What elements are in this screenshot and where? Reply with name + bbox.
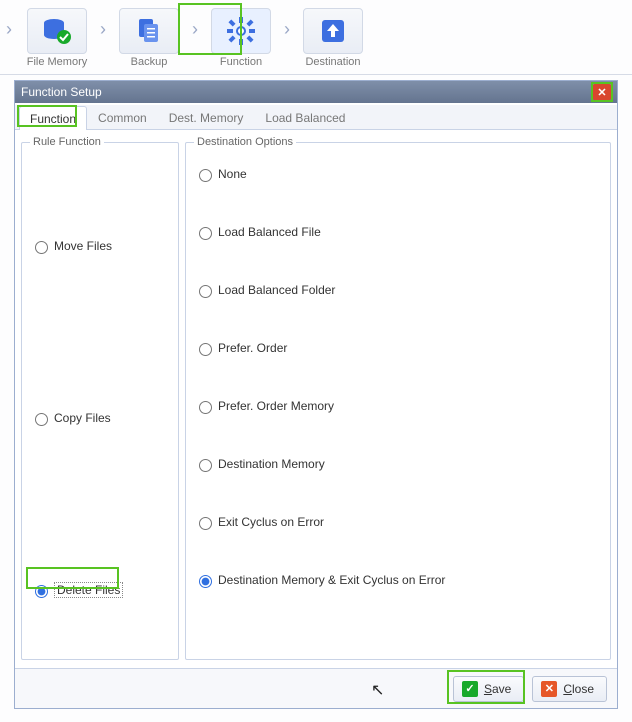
dialog-title: Function Setup: [21, 85, 102, 99]
wizard-step-label: Function: [204, 56, 278, 68]
dialog-tabs: Function Common Dest. Memory Load Balanc…: [15, 105, 617, 130]
radio-label: Load Balanced Folder: [218, 283, 335, 297]
destination-options-legend: Destination Options: [194, 136, 296, 148]
radio-label: Exit Cyclus on Error: [218, 515, 324, 529]
dialog-titlebar[interactable]: Function Setup: [15, 81, 617, 103]
close-button[interactable]: ✕ Close: [532, 676, 607, 702]
radio-dest-none[interactable]: None: [194, 166, 602, 182]
wizard-step-label: File Memory: [20, 56, 94, 68]
radio-delete-files[interactable]: Delete Files: [30, 582, 170, 598]
radio-input[interactable]: [35, 241, 48, 254]
radio-input[interactable]: [199, 401, 212, 414]
radio-input[interactable]: [199, 459, 212, 472]
radio-dest-pref[interactable]: Prefer. Order: [194, 340, 602, 356]
wizard-step-function[interactable]: Function: [204, 8, 278, 68]
radio-label: None: [218, 167, 247, 181]
wizard-step-label: Backup: [112, 56, 186, 68]
chevron-right-icon: ›: [6, 19, 12, 40]
radio-dest-exit[interactable]: Exit Cyclus on Error: [194, 514, 602, 530]
radio-copy-files[interactable]: Copy Files: [30, 410, 170, 426]
rule-function-group: Rule Function Move Files Copy Files Dele…: [21, 136, 179, 660]
tab-common[interactable]: Common: [87, 105, 158, 129]
radio-label: Prefer. Order: [218, 341, 287, 355]
tab-dest-memory[interactable]: Dest. Memory: [158, 105, 255, 129]
radio-label: Move Files: [54, 239, 112, 253]
radio-dest-dmem-exit[interactable]: Destination Memory & Exit Cyclus on Erro…: [194, 572, 602, 588]
save-button-label: Save: [484, 682, 511, 696]
check-icon: ✓: [462, 681, 478, 697]
radio-input[interactable]: [35, 585, 48, 598]
save-button[interactable]: ✓ Save: [453, 676, 524, 702]
wizard-step-label: Destination: [296, 56, 370, 68]
radio-input[interactable]: [199, 575, 212, 588]
dialog-close-button[interactable]: [593, 84, 611, 100]
upload-icon: [319, 17, 347, 45]
radio-dest-dmem[interactable]: Destination Memory: [194, 456, 602, 472]
radio-input[interactable]: [199, 343, 212, 356]
cursor-icon: ↖: [371, 680, 384, 700]
chevron-right-icon: ›: [100, 19, 106, 40]
radio-label: Destination Memory: [218, 457, 325, 471]
radio-label: Load Balanced File: [218, 225, 321, 239]
wizard-step-file-memory[interactable]: File Memory: [20, 8, 94, 68]
radio-label: Prefer. Order Memory: [218, 399, 334, 413]
radio-input[interactable]: [199, 169, 212, 182]
radio-input[interactable]: [199, 285, 212, 298]
chevron-right-icon: ›: [284, 19, 290, 40]
radio-dest-lbd[interactable]: Load Balanced Folder: [194, 282, 602, 298]
close-button-label: Close: [563, 682, 594, 696]
close-icon: ✕: [541, 681, 557, 697]
radio-input[interactable]: [199, 227, 212, 240]
dialog-footer: ✓ Save ✕ Close ↖: [15, 668, 617, 708]
destination-options-group: Destination Options None Load Balanced F…: [185, 136, 611, 660]
wizard-step-backup[interactable]: Backup: [112, 8, 186, 68]
radio-label: Copy Files: [54, 411, 111, 425]
radio-input[interactable]: [35, 413, 48, 426]
radio-input[interactable]: [199, 517, 212, 530]
tab-load-balanced[interactable]: Load Balanced: [254, 105, 356, 129]
highlight-box: [591, 82, 613, 102]
radio-dest-lbf[interactable]: Load Balanced File: [194, 224, 602, 240]
rule-function-legend: Rule Function: [30, 136, 104, 148]
gear-icon: [226, 16, 256, 46]
wizard-bar: › File Memory › Backup › Function › Dest…: [0, 0, 632, 75]
radio-label: Destination Memory & Exit Cyclus on Erro…: [218, 573, 445, 587]
radio-label: Delete Files: [54, 582, 123, 598]
wizard-step-destination[interactable]: Destination: [296, 8, 370, 68]
radio-move-files[interactable]: Move Files: [30, 238, 170, 254]
function-setup-dialog: Function Setup Function Common Dest. Mem…: [14, 80, 618, 709]
radio-dest-prefm[interactable]: Prefer. Order Memory: [194, 398, 602, 414]
tab-function[interactable]: Function: [19, 106, 87, 130]
database-check-icon: [42, 17, 72, 45]
chevron-right-icon: ›: [192, 19, 198, 40]
copy-icon: [135, 17, 163, 45]
